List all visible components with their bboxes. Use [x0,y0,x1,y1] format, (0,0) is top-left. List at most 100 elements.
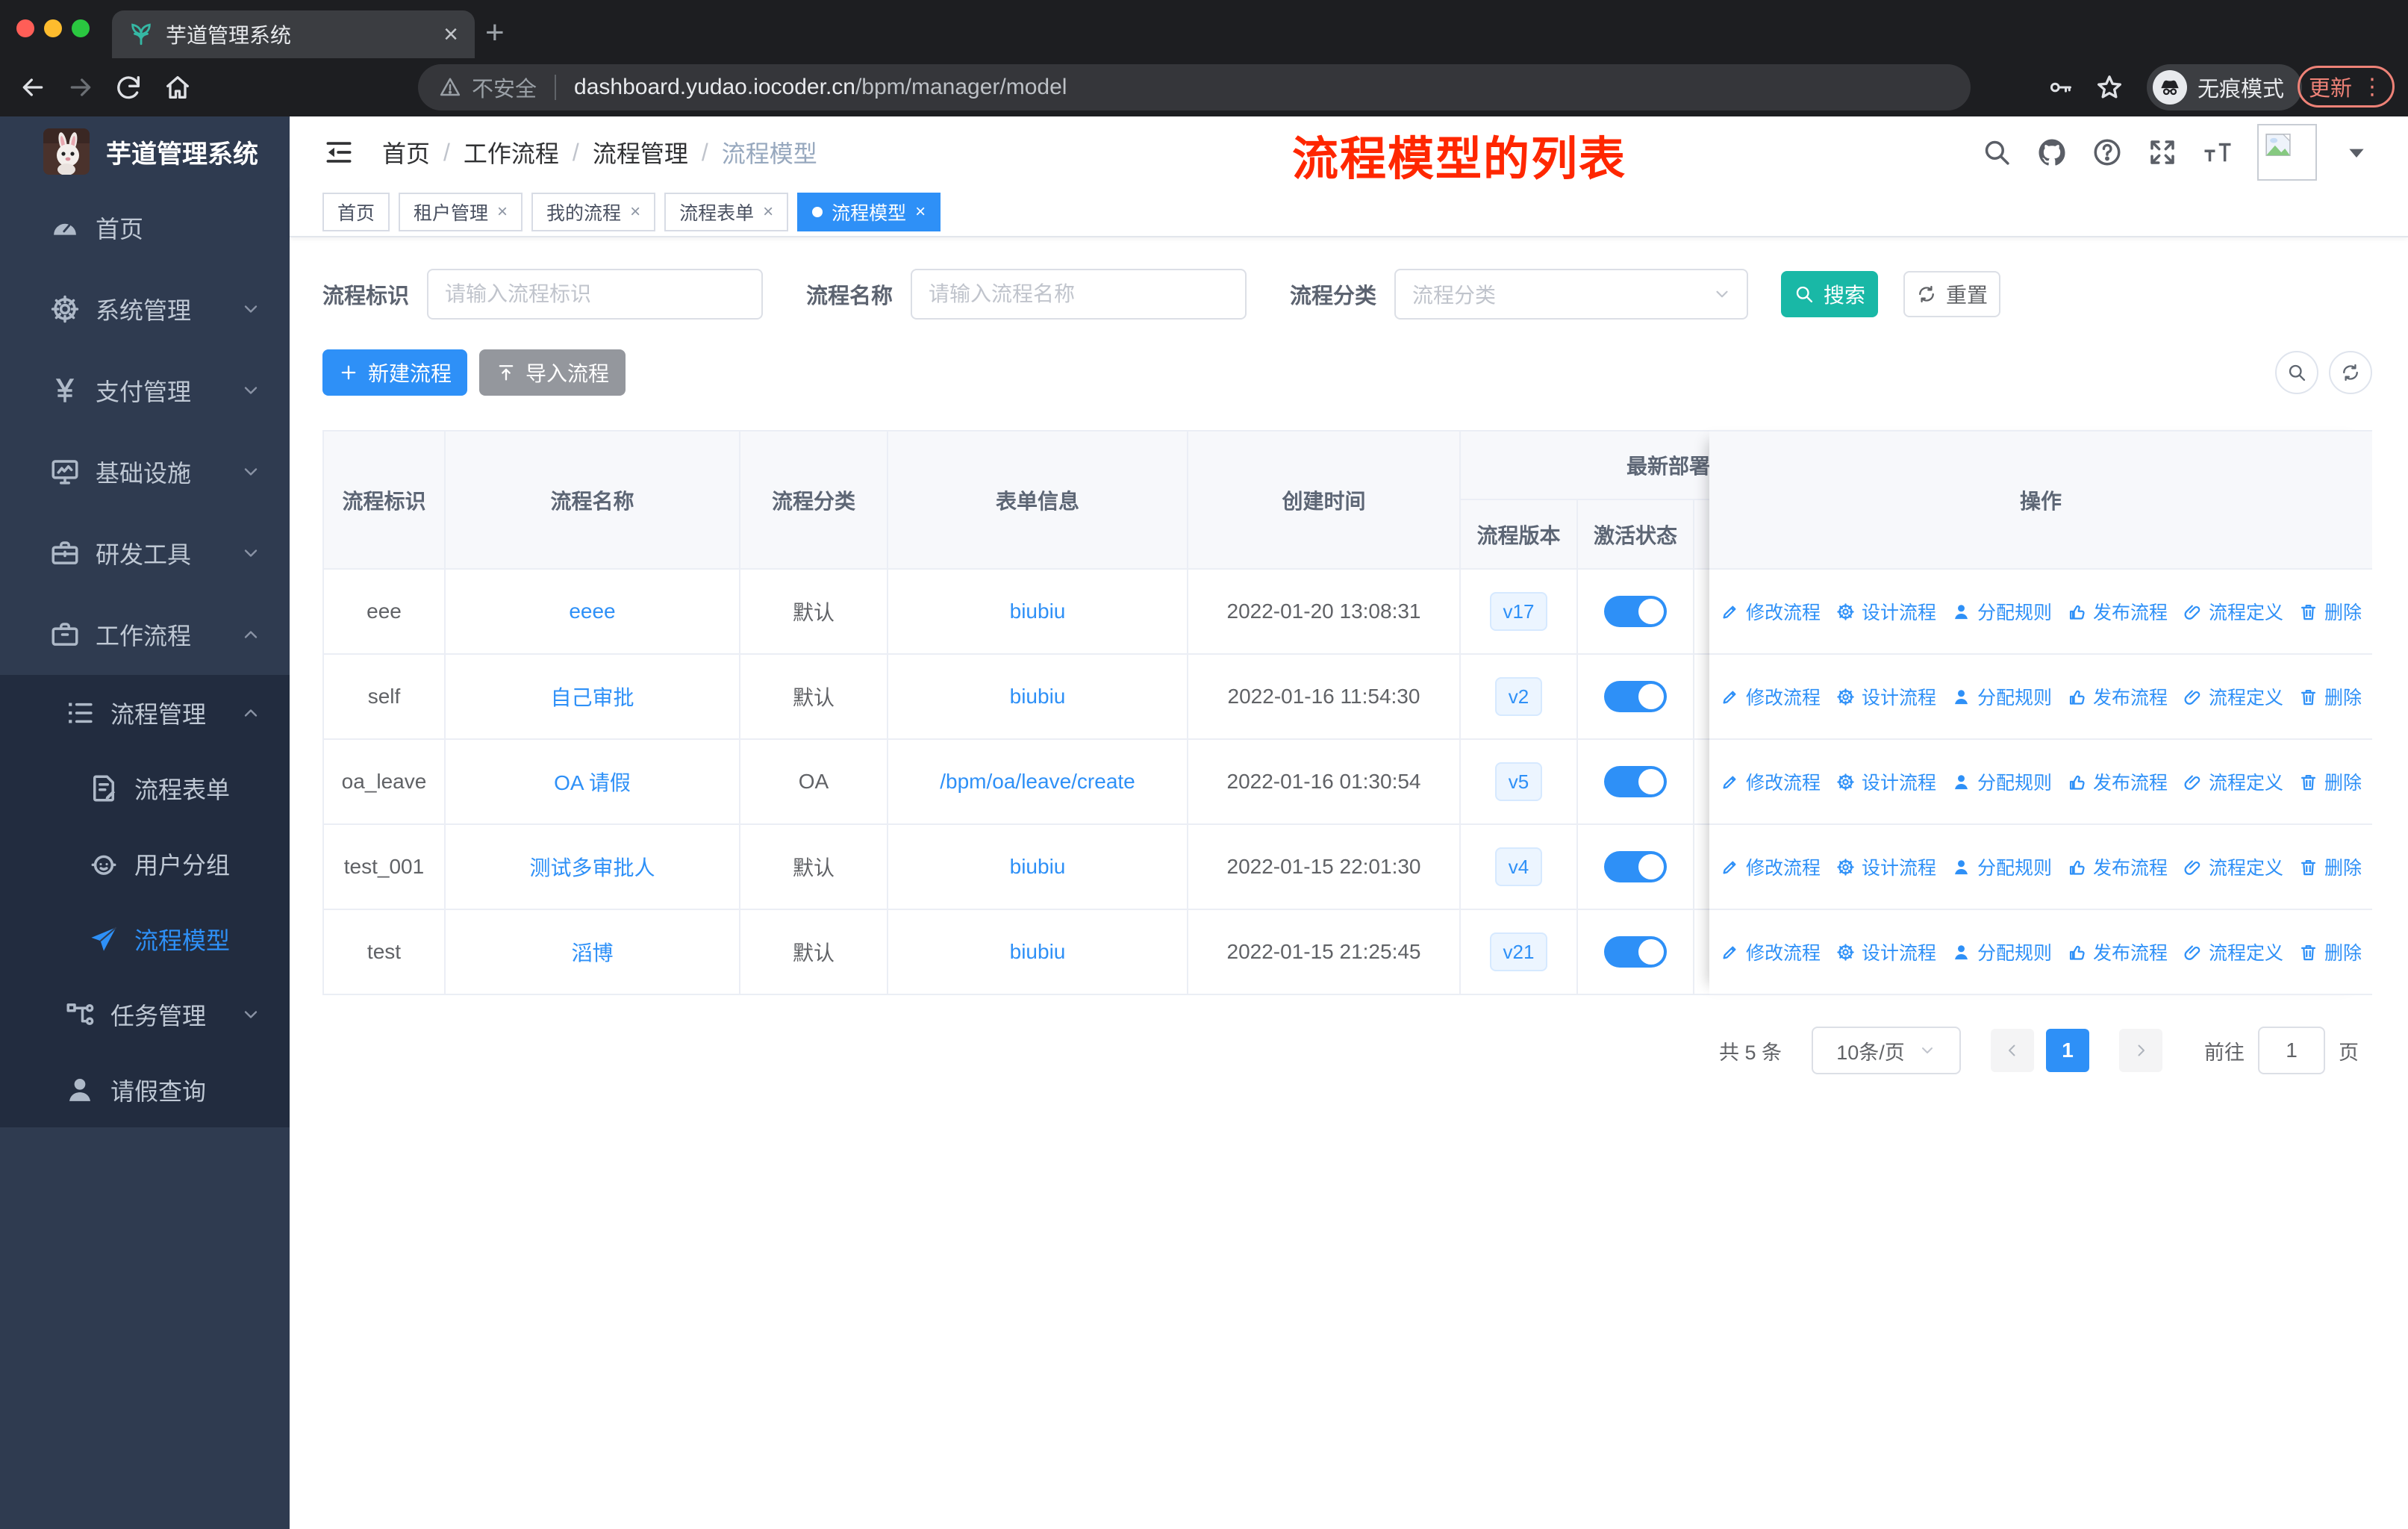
cell-form-info[interactable]: biubiu [888,910,1188,995]
bookmark-star-icon[interactable] [2094,72,2124,102]
current-page-button[interactable]: 1 [2046,1029,2089,1072]
active-switch[interactable] [1604,766,1667,797]
toggle-search-button[interactable] [2275,351,2318,394]
process-name-link[interactable]: OA 请假 [554,767,631,797]
cell-version[interactable]: v21 [1461,910,1578,995]
action-流程定义[interactable]: 流程定义 [2183,938,2283,965]
action-删除[interactable]: 删除 [2298,768,2362,795]
sidebar-item-任务管理[interactable]: 任务管理 [0,977,290,1052]
version-tag[interactable]: v5 [1494,762,1543,801]
browser-menu-dots-icon[interactable]: ⋮ [2361,74,2383,100]
version-tag[interactable]: v21 [1489,932,1548,971]
next-page-button[interactable] [2119,1029,2162,1072]
action-分配规则[interactable]: 分配规则 [1951,683,2052,710]
sidebar-logo[interactable]: 芋道管理系统 [0,116,290,187]
cell-process-name[interactable]: eeee [446,570,740,655]
forward-icon[interactable] [66,72,96,102]
sidebar-item-请假查询[interactable]: 请假查询 [0,1052,290,1127]
back-icon[interactable] [18,72,48,102]
action-修改流程[interactable]: 修改流程 [1720,853,1821,880]
reset-button[interactable]: 重置 [1903,271,2001,317]
form-info-link[interactable]: biubiu [1010,600,1066,623]
action-发布流程[interactable]: 发布流程 [2067,598,2168,625]
cell-version[interactable]: v2 [1461,655,1578,740]
cell-process-name[interactable]: OA 请假 [446,740,740,825]
minimize-window-button[interactable] [44,19,62,37]
user-avatar[interactable] [2257,124,2317,181]
process-name-link[interactable]: eeee [569,600,615,623]
cell-form-info[interactable]: /bpm/oa/leave/create [888,740,1188,825]
action-流程定义[interactable]: 流程定义 [2183,683,2283,710]
cell-version[interactable]: v17 [1461,570,1578,655]
cell-process-name[interactable]: 测试多审批人 [446,825,740,910]
github-icon[interactable] [2036,137,2068,168]
action-分配规则[interactable]: 分配规则 [1951,598,2052,625]
action-发布流程[interactable]: 发布流程 [2067,853,2168,880]
form-info-link[interactable]: biubiu [1010,855,1066,879]
cell-version[interactable]: v4 [1461,825,1578,910]
action-发布流程[interactable]: 发布流程 [2067,938,2168,965]
action-设计流程[interactable]: 设计流程 [1835,768,1936,795]
cell-active-state[interactable] [1578,570,1694,655]
sidebar-item-工作流程[interactable]: 工作流程 [0,594,290,675]
breadcrumb-item[interactable]: 流程管理 [593,135,688,169]
process-name-link[interactable]: 滔博 [571,937,613,967]
action-删除[interactable]: 删除 [2298,938,2362,965]
process-name-link[interactable]: 测试多审批人 [529,852,655,882]
action-修改流程[interactable]: 修改流程 [1720,938,1821,965]
name-filter-input[interactable] [911,269,1247,320]
sidebar-item-系统管理[interactable]: 系统管理 [0,268,290,349]
tag-我的流程[interactable]: 我的流程 × [531,193,656,231]
action-流程定义[interactable]: 流程定义 [2183,853,2283,880]
cell-version[interactable]: v5 [1461,740,1578,825]
cell-form-info[interactable]: biubiu [888,825,1188,910]
tag-首页[interactable]: 首页 [322,193,390,231]
active-switch[interactable] [1604,851,1667,882]
tab-close-icon[interactable]: × [443,22,458,47]
window-controls[interactable] [16,19,90,37]
cell-form-info[interactable]: biubiu [888,570,1188,655]
form-info-link[interactable]: /bpm/oa/leave/create [940,770,1135,794]
new-tab-button[interactable]: + [485,16,505,49]
action-删除[interactable]: 删除 [2298,853,2362,880]
sidebar-item-首页[interactable]: 首页 [0,187,290,268]
tag-close-icon[interactable]: × [497,202,508,222]
action-流程定义[interactable]: 流程定义 [2183,598,2283,625]
cell-active-state[interactable] [1578,825,1694,910]
action-设计流程[interactable]: 设计流程 [1835,598,1936,625]
browser-tab[interactable]: 芋道管理系统 × [112,10,475,58]
action-设计流程[interactable]: 设计流程 [1835,938,1936,965]
sidebar-fold-icon[interactable] [322,136,355,169]
tag-close-icon[interactable]: × [915,202,926,222]
security-label[interactable]: 不安全 [472,72,537,103]
action-删除[interactable]: 删除 [2298,683,2362,710]
home-icon[interactable] [163,72,193,102]
key-icon[interactable] [2047,72,2074,102]
action-删除[interactable]: 删除 [2298,598,2362,625]
active-switch[interactable] [1604,936,1667,968]
zoom-window-button[interactable] [72,19,90,37]
tag-close-icon[interactable]: × [630,202,640,222]
action-设计流程[interactable]: 设计流程 [1835,683,1936,710]
tag-流程模型[interactable]: 流程模型 × [797,193,941,231]
sidebar-item-支付管理[interactable]: 支付管理 [0,349,290,431]
goto-page-input[interactable] [2258,1027,2325,1074]
browser-update-button[interactable]: 更新 ⋮ [2298,66,2395,108]
tag-close-icon[interactable]: × [763,202,773,222]
cell-active-state[interactable] [1578,910,1694,995]
sidebar-item-基础设施[interactable]: 基础设施 [0,431,290,512]
form-info-link[interactable]: biubiu [1010,685,1066,709]
sidebar-item-流程管理[interactable]: 流程管理 [0,675,290,750]
action-修改流程[interactable]: 修改流程 [1720,768,1821,795]
tag-租户管理[interactable]: 租户管理 × [399,193,523,231]
cell-process-name[interactable]: 滔博 [446,910,740,995]
form-info-link[interactable]: biubiu [1010,940,1066,964]
cell-active-state[interactable] [1578,655,1694,740]
sidebar-item-流程模型[interactable]: 流程模型 [0,901,290,977]
active-switch[interactable] [1604,596,1667,627]
sidebar-item-流程表单[interactable]: 流程表单 [0,750,290,826]
action-分配规则[interactable]: 分配规则 [1951,853,2052,880]
breadcrumb-item[interactable]: 工作流程 [464,135,559,169]
action-发布流程[interactable]: 发布流程 [2067,768,2168,795]
avatar-caret-down-icon[interactable] [2341,137,2372,168]
